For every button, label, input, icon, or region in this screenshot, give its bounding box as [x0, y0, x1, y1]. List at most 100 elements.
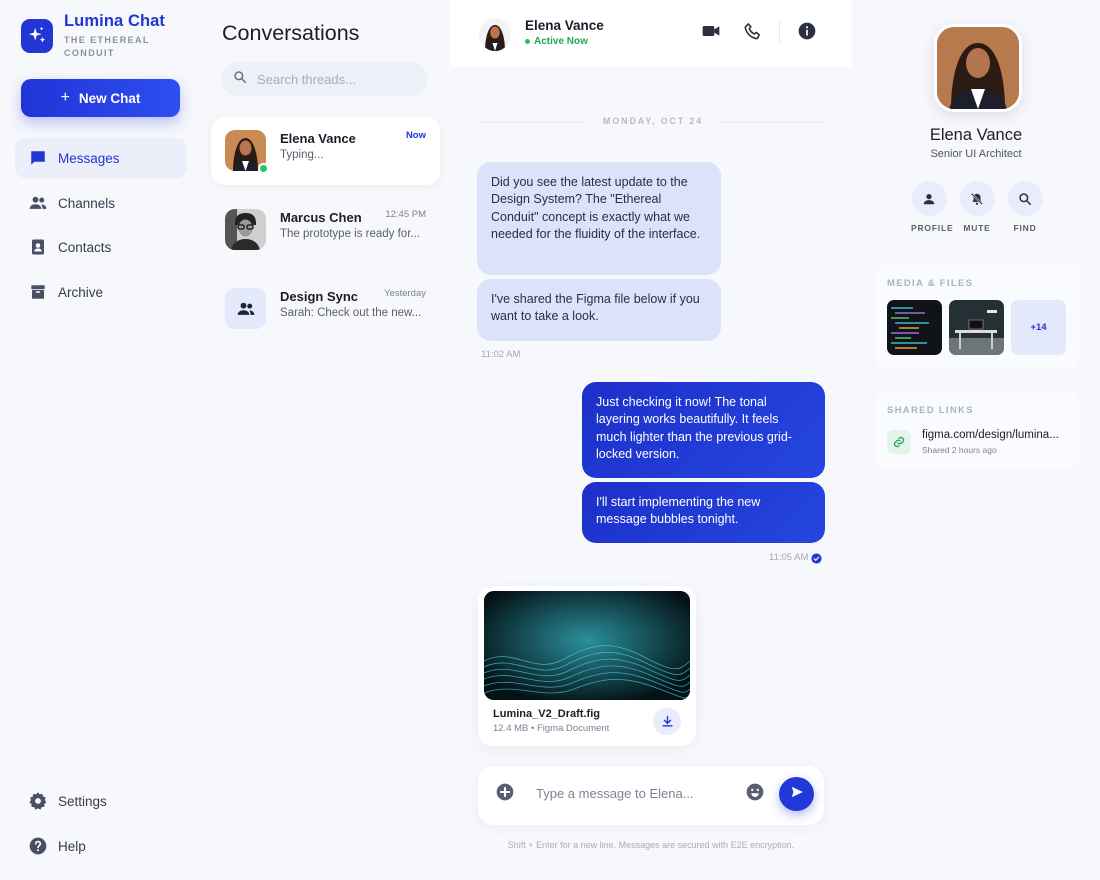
shared-links-card: SHARED LINKS figma.com/design/lumina... …	[875, 391, 1080, 468]
status-dot	[525, 39, 530, 44]
nav-item-channels[interactable]: Channels	[15, 183, 187, 223]
nav-item-archive[interactable]: Archive	[15, 272, 187, 312]
message-bubble-incoming[interactable]: I've shared the Figma file below if you …	[477, 279, 721, 341]
panel-title: Conversations	[222, 21, 360, 45]
profile-button[interactable]: PROFILE	[911, 181, 954, 233]
person-icon	[911, 181, 947, 216]
find-button[interactable]: FIND	[1007, 181, 1043, 233]
nav-item-label: Channels	[58, 195, 116, 211]
bell-off-icon	[959, 181, 995, 216]
send-icon	[790, 785, 804, 804]
nav-item-label: Contacts	[58, 239, 112, 255]
mute-button[interactable]: MUTE	[959, 181, 995, 233]
nav-item-help[interactable]: Help	[15, 826, 187, 866]
online-indicator	[258, 163, 269, 174]
thread-time: 12:45 PM	[385, 209, 426, 220]
card-title: SHARED LINKS	[887, 405, 974, 416]
nav-item-label: Help	[58, 838, 86, 854]
thread-name: Elena Vance	[280, 131, 356, 146]
nav-item-label: Archive	[58, 284, 104, 300]
date-label: MONDAY, OCT 24	[603, 116, 703, 126]
message-composer	[478, 766, 824, 825]
search-box[interactable]	[221, 62, 428, 96]
action-label: FIND	[1013, 223, 1037, 233]
plus-icon: +	[60, 89, 70, 106]
card-title: MEDIA & FILES	[887, 278, 974, 289]
link-icon	[887, 430, 911, 454]
contact-name: Elena Vance	[525, 18, 604, 33]
conversation-list-panel: Conversations Elena Vance Now Typing... …	[200, 0, 450, 880]
search-icon	[1007, 181, 1043, 216]
more-media-button[interactable]: +14	[1011, 300, 1066, 355]
nav-item-label: Messages	[58, 150, 120, 166]
thread-name: Marcus Chen	[280, 210, 362, 225]
profile-role: Senior UI Architect	[930, 148, 1022, 160]
help-icon	[28, 836, 48, 856]
contact-details-panel: Elena Vance Senior UI Architect PROFILE …	[852, 0, 1100, 880]
nav-item-label: Settings	[58, 793, 107, 809]
avatar	[225, 209, 266, 250]
search-input[interactable]	[257, 71, 417, 87]
shared-link[interactable]: figma.com/design/lumina...	[922, 429, 1070, 441]
thread-name: Design Sync	[280, 289, 359, 304]
thread-time: Yesterday	[384, 288, 426, 299]
chat-panel: Elena Vance Active Now MONDAY, OCT 24 Di…	[450, 0, 852, 880]
video-call-icon[interactable]	[700, 20, 722, 42]
phone-icon[interactable]	[741, 20, 763, 42]
new-chat-button[interactable]: + New Chat	[21, 79, 180, 117]
thread-design-sync[interactable]: Design Sync Yesterday Sarah: Check out t…	[211, 275, 440, 343]
sparkle-logo-icon	[21, 19, 53, 53]
message-bubble-outgoing[interactable]: Just checking it now! The tonal layering…	[582, 382, 825, 478]
message-icon	[28, 148, 48, 168]
contact-card-icon	[28, 237, 48, 257]
app-name: Lumina Chat	[64, 12, 166, 30]
composer-hint: Shift + Enter for a new line. Messages a…	[507, 840, 795, 850]
file-name: Lumina_V2_Draft.fig	[493, 708, 600, 720]
thread-elena-vance[interactable]: Elena Vance Now Typing...	[211, 117, 440, 185]
media-thumbnail[interactable]	[949, 300, 1004, 355]
message-bubble-outgoing[interactable]: I'll start implementing the new message …	[582, 482, 825, 543]
people-icon	[28, 193, 48, 213]
message-timestamp: 11:05 AM	[769, 552, 809, 563]
status-text: Active Now	[534, 36, 588, 47]
profile-name: Elena Vance	[929, 126, 1023, 144]
message-input[interactable]	[536, 786, 736, 801]
thread-marcus-chen[interactable]: Marcus Chen 12:45 PM The prototype is re…	[211, 196, 440, 264]
date-divider: MONDAY, OCT 24	[479, 116, 827, 128]
nav-item-contacts[interactable]: Contacts	[15, 227, 187, 267]
group-icon	[225, 288, 266, 329]
info-icon[interactable]	[796, 20, 818, 42]
media-files-card: MEDIA & FILES +14	[875, 264, 1080, 369]
presence-status: Active Now	[525, 36, 588, 47]
app-tagline: THE ETHEREAL CONDUIT	[64, 35, 150, 58]
emoji-icon[interactable]	[745, 782, 765, 802]
search-icon	[233, 70, 247, 89]
action-label: PROFILE	[911, 223, 954, 233]
media-thumbnail[interactable]	[887, 300, 942, 355]
thread-time: Now	[405, 130, 426, 141]
read-receipt-icon	[811, 551, 822, 569]
message-timestamp: 11:02 AM	[481, 349, 521, 360]
add-attachment-icon[interactable]	[495, 782, 515, 802]
link-shared-time: Shared 2 hours ago	[922, 445, 997, 455]
archive-icon	[28, 282, 48, 302]
avatar[interactable]	[479, 18, 511, 51]
nav-item-settings[interactable]: Settings	[15, 781, 187, 821]
nav-item-messages[interactable]: Messages	[15, 138, 187, 178]
thread-preview: Sarah: Check out the new...	[280, 307, 422, 319]
send-button[interactable]	[779, 777, 814, 811]
profile-avatar	[934, 24, 1022, 112]
thread-preview: Typing...	[280, 149, 324, 161]
file-attachment-card[interactable]: Lumina_V2_Draft.fig 12.4 MB • Figma Docu…	[478, 586, 696, 746]
action-label: MUTE	[963, 223, 991, 233]
file-preview-image	[484, 591, 690, 700]
gear-icon	[28, 791, 48, 811]
new-chat-label: New Chat	[78, 90, 141, 106]
message-bubble-incoming[interactable]: Did you see the latest update to the Des…	[477, 162, 721, 275]
download-icon[interactable]	[653, 708, 681, 735]
sidebar-nav: Lumina Chat THE ETHEREAL CONDUIT + New C…	[0, 0, 200, 880]
brand[interactable]: Lumina Chat THE ETHEREAL CONDUIT	[21, 12, 165, 60]
chat-header: Elena Vance Active Now	[450, 0, 852, 67]
divider	[779, 21, 780, 43]
thread-preview: The prototype is ready for...	[280, 228, 420, 240]
